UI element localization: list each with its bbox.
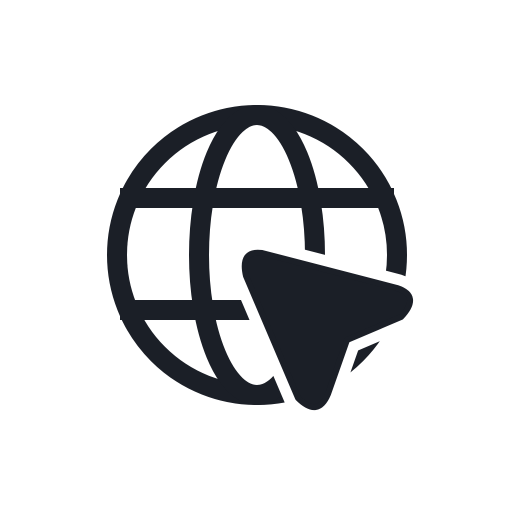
web-cursor-icon-svg <box>107 105 413 410</box>
web-cursor-icon <box>0 0 512 512</box>
icon-canvas <box>0 0 512 512</box>
